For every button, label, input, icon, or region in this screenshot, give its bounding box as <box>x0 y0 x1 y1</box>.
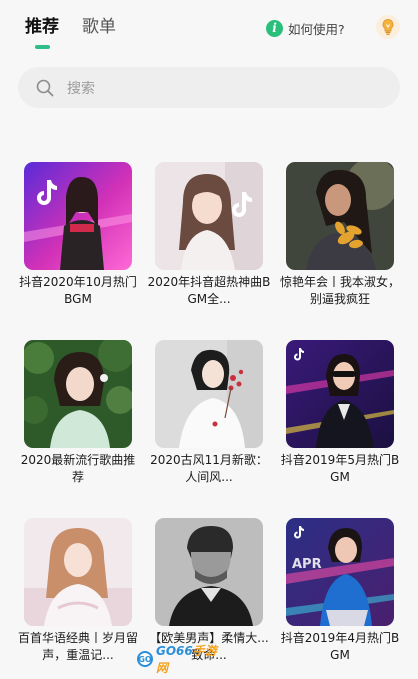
playlist-cover <box>155 340 263 448</box>
playlist-card[interactable]: 百首华语经典丨岁月留声，重温记... <box>18 518 138 664</box>
playlist-cover <box>286 340 394 448</box>
watermark-text: GO66手游网 <box>156 642 219 676</box>
watermark-logo: GO GO66手游网 <box>137 644 219 675</box>
playlist-title: 惊艳年会丨我本淑女，别逼我疯狂 <box>279 275 400 306</box>
playlist-card[interactable]: APR 抖音2019年4月热门BGM <box>281 518 399 664</box>
playlist-card[interactable]: 惊艳年会丨我本淑女，别逼我疯狂 <box>280 162 400 308</box>
playlist-cover <box>24 162 132 270</box>
playlist-card[interactable]: 2020最新流行歌曲推荐 <box>21 340 135 486</box>
playlist-cover <box>286 162 394 270</box>
playlist-cover: APR <box>286 518 394 626</box>
playlist-title: 抖音2019年5月热门BGM <box>280 453 400 484</box>
playlist-card[interactable]: 2020年抖音超热神曲BGM全... <box>148 162 270 308</box>
playlist-card[interactable]: 抖音2019年5月热门BGM <box>281 340 399 486</box>
watermark-brand: GO66 <box>156 644 193 658</box>
playlist-card[interactable]: 抖音2020年10月热门BGM <box>19 162 137 308</box>
playlist-grid: 抖音2020年10月热门BGM 2020年抖音超热神曲BGM全... 惊艳年会丨… <box>0 0 418 679</box>
playlist-title: 2020年抖音超热神曲BGM全... <box>147 275 271 306</box>
playlist-cover <box>155 162 263 270</box>
watermark-badge: GO <box>137 651 153 667</box>
playlist-cover <box>155 518 263 626</box>
playlist-title: 2020古风11月新歌：人间风... <box>150 453 268 484</box>
playlist-title: 百首华语经典丨岁月留声，重温记... <box>17 631 138 662</box>
playlist-title: 2020最新流行歌曲推荐 <box>20 453 136 484</box>
playlist-title: 抖音2020年10月热门BGM <box>19 275 137 306</box>
svg-text:APR: APR <box>292 557 322 572</box>
playlist-cover <box>24 518 132 626</box>
playlist-card[interactable]: 2020古风11月新歌：人间风... <box>150 340 268 486</box>
playlist-cover <box>24 340 132 448</box>
playlist-title: 抖音2019年4月热门BGM <box>280 631 400 662</box>
